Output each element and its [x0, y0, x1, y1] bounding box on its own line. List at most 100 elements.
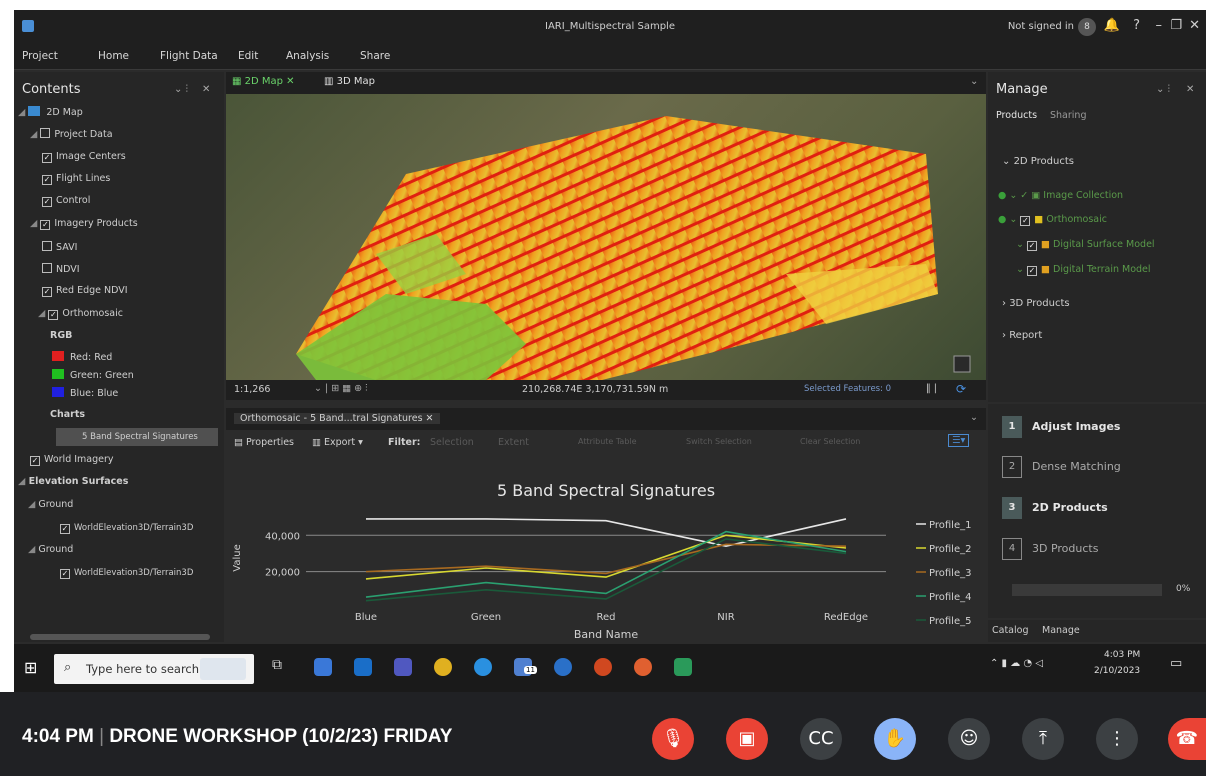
camera-off-icon[interactable]: ▣: [726, 718, 768, 760]
taskbar-time[interactable]: 4:03 PM: [1104, 650, 1140, 660]
map-canvas[interactable]: [226, 94, 986, 380]
tree-item-spectral-chart[interactable]: 5 Band Spectral Signatures: [56, 428, 218, 446]
tree-item-control[interactable]: ✓ Control: [42, 195, 90, 207]
notification-icon[interactable]: ▭: [1170, 656, 1182, 671]
leave-call-icon[interactable]: ☎: [1168, 718, 1206, 760]
tab-2d-map[interactable]: ▦ 2D Map ✕: [232, 76, 295, 87]
todo-icon[interactable]: 11: [514, 658, 537, 676]
pane-menu-icon[interactable]: ⌄ ⫶: [1156, 84, 1170, 95]
checkbox[interactable]: ✓: [42, 287, 52, 297]
pause-icon[interactable]: ‖ |: [926, 383, 937, 394]
system-tray-icons[interactable]: ⌃ ▮ ☁ ◔ ◁: [990, 658, 1043, 669]
checkbox[interactable]: ✓: [42, 153, 52, 163]
tree-item-elevation-surfaces[interactable]: ◢ Elevation Surfaces: [18, 476, 128, 487]
taskbar-search-input[interactable]: ⌕ Type here to search: [54, 654, 254, 684]
tree-item-orthomosaic[interactable]: ◢ ✓ Orthomosaic: [38, 308, 123, 320]
tab-analysis[interactable]: Analysis: [286, 50, 329, 62]
bell-icon[interactable]: 🔔: [1104, 18, 1120, 33]
pane-close-icon[interactable]: ✕: [202, 84, 210, 95]
firefox-icon[interactable]: [634, 658, 652, 676]
app-icon-blue[interactable]: [474, 658, 492, 676]
tree-item-2d-map[interactable]: ◢ 2D Map: [18, 106, 83, 118]
step-adjust-images[interactable]: 1 Adjust Images: [1002, 416, 1120, 440]
checkbox[interactable]: ✓: [42, 197, 52, 207]
present-screen-icon[interactable]: ⤒: [1022, 718, 1064, 760]
minimize-icon[interactable]: –: [1156, 18, 1163, 33]
clear-selection-button[interactable]: Clear Selection: [800, 437, 860, 446]
tree-item-savi[interactable]: SAVI: [42, 241, 77, 253]
tab-products[interactable]: Products: [996, 110, 1037, 121]
attribute-table-button[interactable]: Attribute Table: [578, 437, 637, 446]
refresh-icon[interactable]: ⟳: [956, 382, 966, 396]
selection-button[interactable]: Selection: [430, 437, 474, 448]
item-image-collection[interactable]: ● ⌄ ✓ ▣ Image Collection: [998, 190, 1123, 201]
group-report[interactable]: › Report: [1002, 330, 1042, 341]
step-3d-products[interactable]: 4 3D Products: [1002, 538, 1098, 562]
map-tools-icon[interactable]: ⌄ | ⊞ ▦ ⊕ ⫶: [314, 383, 368, 394]
task-view-icon[interactable]: ⧉: [272, 657, 282, 673]
item-dtm[interactable]: ⌄ ✓ ■ Digital Terrain Model: [1016, 264, 1151, 276]
legend-toggle-icon[interactable]: ☰▾: [948, 434, 970, 447]
tab-spectral-chart[interactable]: Orthomosaic - 5 Band...tral Signatures ✕: [234, 413, 440, 424]
checkbox[interactable]: [40, 128, 51, 138]
step-2d-products[interactable]: 3 2D Products: [1002, 497, 1108, 521]
tree-item-red-edge-ndvi[interactable]: ✓ Red Edge NDVI: [42, 285, 128, 297]
tree-item-world-imagery[interactable]: ✓ World Imagery: [30, 454, 114, 466]
properties-button[interactable]: ▤ Properties: [234, 437, 294, 448]
windows-start-icon[interactable]: ⊞: [24, 658, 37, 677]
checkbox[interactable]: ✓: [1020, 216, 1031, 226]
tab-project[interactable]: Project: [22, 50, 58, 62]
tree-item-ndvi[interactable]: NDVI: [42, 263, 80, 275]
tree-item-flight-lines[interactable]: ✓ Flight Lines: [42, 173, 110, 185]
tree-item-terrain-2[interactable]: ✓ WorldElevation3D/Terrain3D: [60, 567, 193, 579]
item-orthomosaic[interactable]: ● ⌄ ✓ ■ Orthomosaic: [998, 214, 1107, 226]
checkbox[interactable]: ✓: [40, 220, 51, 230]
mic-off-icon[interactable]: 🎙: [652, 718, 694, 760]
checkbox[interactable]: ✓: [30, 456, 40, 466]
tree-item-image-centers[interactable]: ✓ Image Centers: [42, 151, 126, 163]
export-button[interactable]: ▥ Export ▾: [312, 437, 363, 448]
teams-icon[interactable]: [394, 658, 412, 676]
user-avatar[interactable]: 8: [1078, 18, 1096, 36]
captions-icon[interactable]: CC: [800, 718, 842, 760]
tab-sharing[interactable]: Sharing: [1050, 110, 1086, 121]
chevron-down-icon[interactable]: ⌄: [970, 412, 978, 423]
excel-icon[interactable]: [674, 658, 692, 676]
more-options-icon[interactable]: ⋮: [1096, 718, 1138, 760]
pane-menu-icon[interactable]: ⌄ ⫶: [174, 84, 188, 95]
close-icon[interactable]: ✕: [1189, 18, 1200, 33]
chevron-down-icon[interactable]: ⌄: [970, 76, 978, 87]
emoji-icon[interactable]: ☺: [948, 718, 990, 760]
pane-close-icon[interactable]: ✕: [1186, 84, 1194, 95]
tab-catalog[interactable]: Catalog: [992, 625, 1028, 636]
signin-status[interactable]: Not signed in: [1008, 21, 1074, 32]
checkbox[interactable]: [42, 241, 52, 251]
pix4d-icon[interactable]: [554, 658, 572, 676]
tree-item-imagery-products[interactable]: ◢ ✓ Imagery Products: [30, 218, 138, 230]
checkbox[interactable]: ✓: [1026, 266, 1037, 276]
group-3d-products[interactable]: › 3D Products: [1002, 298, 1070, 309]
checkbox[interactable]: ✓: [48, 310, 59, 320]
step-dense-matching[interactable]: 2 Dense Matching: [1002, 456, 1121, 480]
help-icon[interactable]: ?: [1133, 18, 1140, 33]
scale-readout[interactable]: 1:1,266: [234, 384, 270, 395]
extent-button[interactable]: Extent: [498, 437, 529, 448]
raise-hand-icon[interactable]: ✋: [874, 718, 916, 760]
horizontal-scrollbar[interactable]: [30, 634, 210, 640]
tree-item-ground-2[interactable]: ◢ Ground: [28, 544, 73, 555]
restore-icon[interactable]: ❐: [1170, 18, 1182, 33]
checkbox[interactable]: ✓: [42, 175, 52, 185]
switch-selection-button[interactable]: Switch Selection: [686, 437, 752, 446]
checkbox[interactable]: ✓: [1026, 241, 1037, 251]
outlook-icon[interactable]: [354, 658, 372, 676]
tree-item-ground-1[interactable]: ◢ Ground: [28, 499, 73, 510]
item-dsm[interactable]: ⌄ ✓ ■ Digital Surface Model: [1016, 239, 1155, 251]
tree-item-project-data[interactable]: ◢ Project Data: [30, 128, 113, 140]
tree-item-terrain-1[interactable]: ✓ WorldElevation3D/Terrain3D: [60, 522, 193, 534]
chrome-icon[interactable]: [434, 658, 452, 676]
tab-manage[interactable]: Manage: [1042, 625, 1080, 636]
checkbox[interactable]: ✓: [60, 524, 70, 534]
tab-home[interactable]: Home: [98, 50, 129, 62]
powerpoint-icon[interactable]: [594, 658, 612, 676]
tab-share[interactable]: Share: [360, 50, 390, 62]
